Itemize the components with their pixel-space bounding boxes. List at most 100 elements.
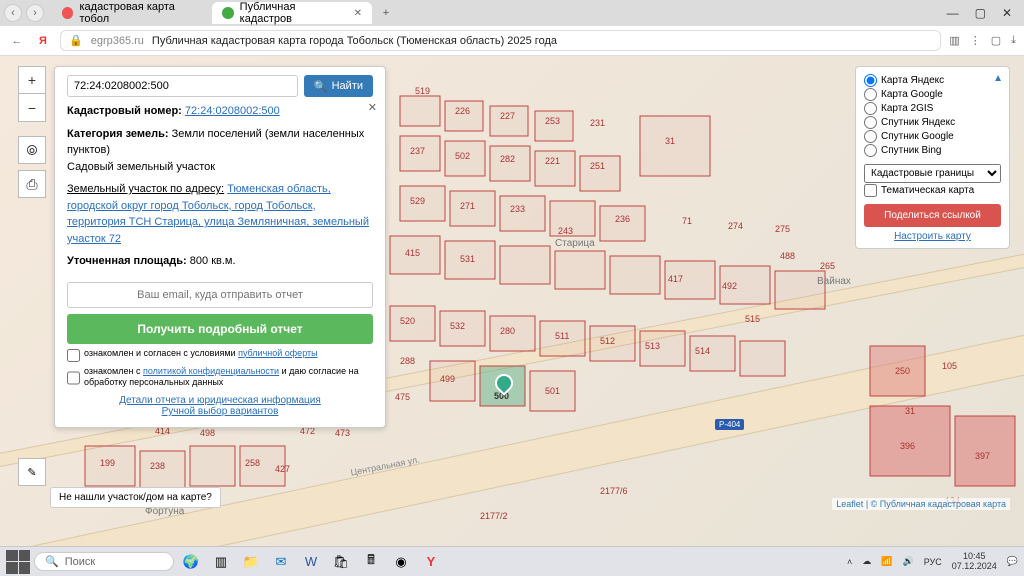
yandex-logo-icon[interactable]: Я — [34, 32, 52, 50]
details-link[interactable]: Детали отчета и юридическая информация — [67, 395, 373, 406]
parcel-label: 498 — [200, 428, 215, 438]
yandex-browser-icon[interactable]: Y — [418, 550, 444, 574]
tray-volume-icon[interactable]: 🔊 — [902, 556, 913, 567]
thematic-checkbox[interactable]: Тематическая карта — [864, 184, 1001, 197]
window-close-icon[interactable]: ✕ — [1002, 6, 1012, 20]
address-bar: ← Я 🔒 egrp365.ru Публичная кадастровая к… — [0, 26, 1024, 56]
tray-chevron-icon[interactable]: ˄ — [847, 557, 852, 567]
chrome-icon[interactable]: ◉ — [388, 550, 414, 574]
search-placeholder: Поиск — [65, 556, 95, 568]
place-label: Старица — [555, 238, 595, 249]
cad-num-link[interactable]: 72:24:0208002:500 — [185, 105, 280, 117]
parcel-label: 515 — [745, 314, 760, 324]
share-link-button[interactable]: Поделиться ссылкой — [864, 204, 1001, 227]
parcel-label: 71 — [682, 216, 692, 226]
category-label: Категория земель: — [67, 128, 169, 140]
not-found-prompt[interactable]: Не нашли участок/дом на карте? — [50, 487, 221, 508]
find-button[interactable]: 🔍 Найти — [304, 75, 373, 97]
parcel-label: 397 — [975, 451, 990, 461]
privacy-link[interactable]: политикой конфиденциальности — [143, 366, 279, 376]
close-panel-icon[interactable]: ✕ — [368, 101, 377, 114]
tray-clock[interactable]: 10:45 07.12.2024 — [952, 552, 997, 572]
parcel-label: 415 — [405, 248, 420, 258]
menu-dots-icon[interactable]: ⋮ — [970, 34, 981, 47]
minimize-icon[interactable]: — — [947, 6, 959, 20]
parcel-label: 265 — [820, 261, 835, 271]
parcel-label: 280 — [500, 326, 515, 336]
category-sub: Садовый земельный участок — [67, 161, 215, 173]
parcel-label: 531 — [460, 254, 475, 264]
tab-active[interactable]: Публичная кадастров ✕ — [212, 2, 372, 24]
maximize-icon[interactable]: ▢ — [975, 6, 986, 20]
word-icon[interactable]: W — [298, 550, 324, 574]
parcel-label: 31 — [665, 136, 675, 146]
email-field[interactable] — [67, 282, 373, 308]
bookmarks-icon[interactable]: ▥ — [949, 34, 959, 47]
extensions-icon[interactable]: ▢ — [991, 34, 1001, 47]
parcel-label: 250 — [895, 366, 910, 376]
calc-icon[interactable]: 🖩 — [358, 550, 384, 574]
layer-sat-google[interactable]: Спутник Google — [864, 130, 1001, 143]
tab-inactive[interactable]: кадастровая карта тобол — [52, 2, 212, 24]
pkk-link[interactable]: Публичная кадастровая карта — [880, 499, 1006, 509]
consent1-checkbox[interactable] — [67, 349, 80, 362]
parcel-label: 253 — [545, 116, 560, 126]
layer-sat-yandex[interactable]: Спутник Яндекс — [864, 116, 1001, 129]
print-button[interactable]: ⎙ — [18, 170, 46, 198]
parcel-label: 237 — [410, 146, 425, 156]
task-view-icon[interactable]: ▥ — [208, 550, 234, 574]
parcel-label: 511 — [555, 331, 569, 341]
offer-link[interactable]: публичной оферты — [238, 348, 318, 358]
setup-map-link[interactable]: Настроить карту — [864, 231, 1001, 242]
cadastral-select[interactable]: Кадастровые границы — [864, 164, 1001, 183]
parcel-label: 236 — [615, 214, 630, 224]
parcel-label: 514 — [695, 346, 710, 356]
back-button[interactable]: ← — [8, 32, 26, 50]
start-button[interactable] — [6, 550, 30, 574]
parcel-label: 529 — [410, 196, 425, 206]
edit-button[interactable]: ✎ — [18, 458, 46, 486]
locate-button[interactable]: ⦾ — [18, 136, 46, 164]
taskbar-search[interactable]: 🔍 Поиск — [34, 552, 174, 571]
consent2-checkbox[interactable] — [67, 367, 80, 389]
layers-panel: ▲ Карта Яндекс Карта Google Карта 2GIS С… — [855, 66, 1010, 249]
tray-lang[interactable]: РУС — [924, 557, 942, 567]
get-report-button[interactable]: Получить подробный отчет — [67, 314, 373, 344]
site-favicon — [62, 7, 73, 19]
parcel-label: 488 — [780, 251, 795, 261]
widgets-icon[interactable]: 🌍 — [178, 550, 204, 574]
parcel-label: 258 — [245, 458, 260, 468]
explorer-icon[interactable]: 📁 — [238, 550, 264, 574]
store-icon[interactable]: 🛍 — [328, 550, 354, 574]
tray-wifi-icon[interactable]: 📶 — [881, 556, 892, 567]
back-circle-icon[interactable]: ‹ — [4, 4, 22, 22]
area-label: Уточненная площадь: — [67, 255, 187, 267]
parcel-label: 501 — [545, 386, 560, 396]
layer-2gis[interactable]: Карта 2GIS — [864, 102, 1001, 115]
chevron-up-icon[interactable]: ▲ — [993, 73, 1003, 84]
manual-link[interactable]: Ручной выбор вариантов — [67, 406, 373, 417]
tray-cloud-icon[interactable]: ☁ — [862, 556, 871, 567]
layer-sat-bing[interactable]: Спутник Bing — [864, 144, 1001, 157]
zoom-out-button[interactable]: − — [18, 94, 46, 122]
layer-google[interactable]: Карта Google — [864, 88, 1001, 101]
parcel-label: 2177/6 — [600, 486, 628, 496]
consent1-text: ознакомлен и согласен с условиями — [84, 348, 238, 358]
parcel-label: 512 — [600, 336, 615, 346]
zoom-in-button[interactable]: + — [18, 66, 46, 94]
lock-icon: 🔒 — [69, 34, 83, 47]
download-icon[interactable]: ⤓ — [1011, 34, 1016, 47]
cad-num-label: Кадастровый номер: — [67, 105, 182, 117]
layer-yandex[interactable]: Карта Яндекс — [864, 74, 1001, 87]
notifications-icon[interactable]: 💬 — [1007, 556, 1018, 567]
map-viewport[interactable]: 519 226 227 253 231 31 237 502 282 221 2… — [0, 56, 1024, 546]
search-icon: 🔍 — [314, 80, 328, 93]
close-icon[interactable]: ✕ — [354, 8, 362, 19]
new-tab-button[interactable]: + — [376, 3, 396, 23]
parcel-label: 199 — [100, 458, 115, 468]
cadastral-input[interactable] — [67, 75, 298, 97]
leaflet-link[interactable]: Leaflet — [836, 499, 863, 509]
parcel-label: 243 — [558, 226, 573, 236]
outlook-icon[interactable]: ✉ — [268, 550, 294, 574]
url-input[interactable]: 🔒 egrp365.ru Публичная кадастровая карта… — [60, 30, 941, 51]
